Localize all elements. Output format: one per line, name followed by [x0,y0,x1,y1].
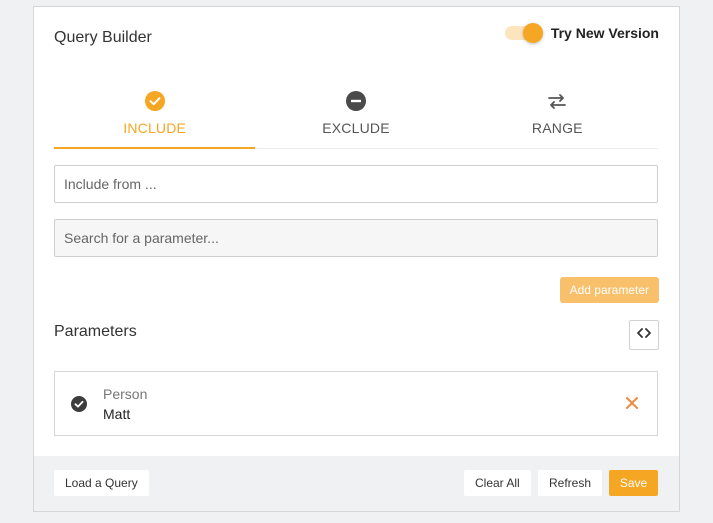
include-from-input[interactable] [54,165,658,203]
code-brackets-icon [637,326,651,344]
query-builder-panel: Query Builder Try New Version INCLUDE EX… [33,6,680,512]
page-title: Query Builder [54,29,152,46]
swap-arrows-icon [547,91,567,111]
add-parameter-button[interactable]: Add parameter [559,277,659,303]
mode-tabs: INCLUDE EXCLUDE RANGE [54,89,658,149]
toggle-knob[interactable] [522,23,543,43]
tab-range-label: RANGE [531,120,583,136]
tab-include-label: INCLUDE [123,120,187,136]
parameter-search-input[interactable] [54,219,658,257]
new-version-toggle-group: Try New Version [504,23,659,43]
footer-bar: Load a Query Clear All Refresh Save [34,456,679,511]
parameters-heading: Parameters [54,323,137,340]
check-circle-icon [71,396,87,412]
parameter-value: Matt [103,406,131,422]
load-query-button[interactable]: Load a Query [54,470,149,496]
refresh-button[interactable]: Refresh [538,470,603,496]
tab-range[interactable]: RANGE [457,89,658,148]
tab-exclude[interactable]: EXCLUDE [255,89,456,148]
tab-exclude-label: EXCLUDE [322,120,390,136]
toggle-label: Try New Version [550,25,659,41]
parameter-name: Person [103,386,148,402]
close-icon[interactable] [625,396,639,410]
code-view-button[interactable] [629,320,659,350]
clear-all-button[interactable]: Clear All [464,470,531,496]
parameter-item: Person Matt [54,371,658,436]
check-circle-icon [144,91,165,111]
save-button[interactable]: Save [609,470,658,496]
new-version-toggle[interactable] [504,23,543,43]
tab-include[interactable]: INCLUDE [54,89,256,149]
minus-circle-icon [345,91,366,111]
